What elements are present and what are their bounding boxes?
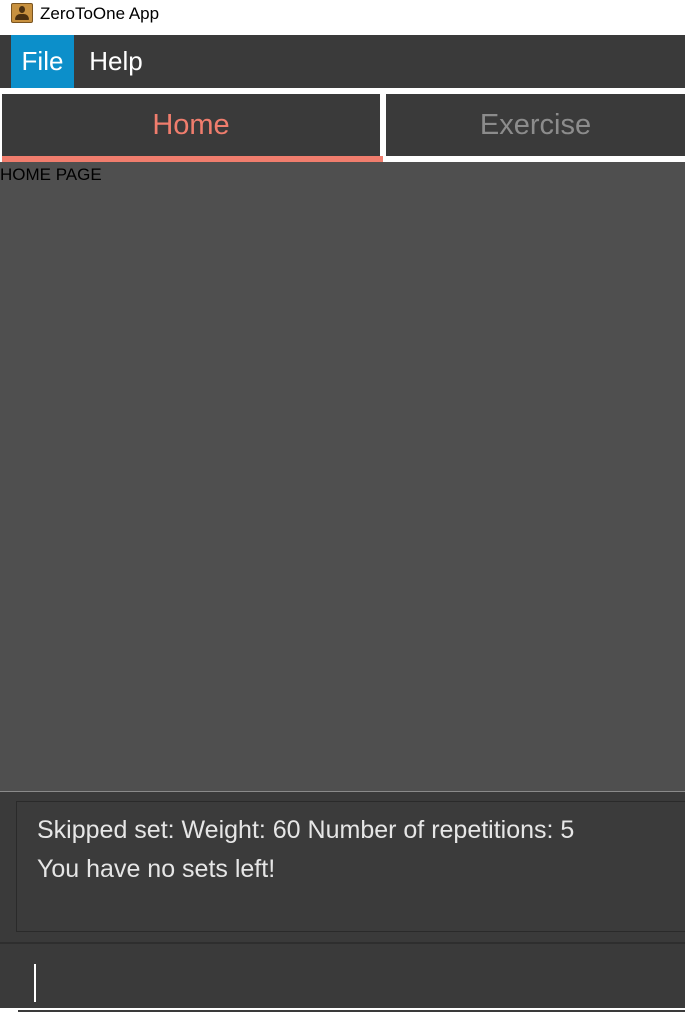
app-icon-head	[19, 6, 25, 13]
result-display-panel: Skipped set: Weight: 60 Number of repeti…	[0, 792, 685, 942]
home-page-label: HOME PAGE	[0, 165, 102, 184]
tab-exercise[interactable]: Exercise	[386, 94, 685, 156]
menu-file[interactable]: File	[11, 35, 74, 88]
app-icon-shoulders	[15, 14, 29, 20]
tab-home[interactable]: Home	[2, 94, 380, 156]
contact-card-icon	[11, 3, 33, 23]
text-caret	[34, 964, 36, 1002]
tab-bar: Home Exercise	[0, 88, 685, 162]
command-box-panel	[0, 942, 685, 1012]
window-title: ZeroToOne App	[40, 4, 160, 23]
menu-help[interactable]: Help	[80, 35, 152, 88]
result-display-box[interactable]: Skipped set: Weight: 60 Number of repeti…	[16, 801, 685, 932]
menu-bar: File Help	[0, 35, 685, 88]
window-titlebar: ZeroToOne App	[0, 0, 685, 34]
result-message-line: Skipped set: Weight: 60 Number of repeti…	[37, 816, 575, 844]
home-page-panel: HOME PAGE	[0, 162, 685, 791]
command-input[interactable]	[18, 950, 685, 1012]
result-message-line: You have no sets left!	[37, 855, 276, 883]
